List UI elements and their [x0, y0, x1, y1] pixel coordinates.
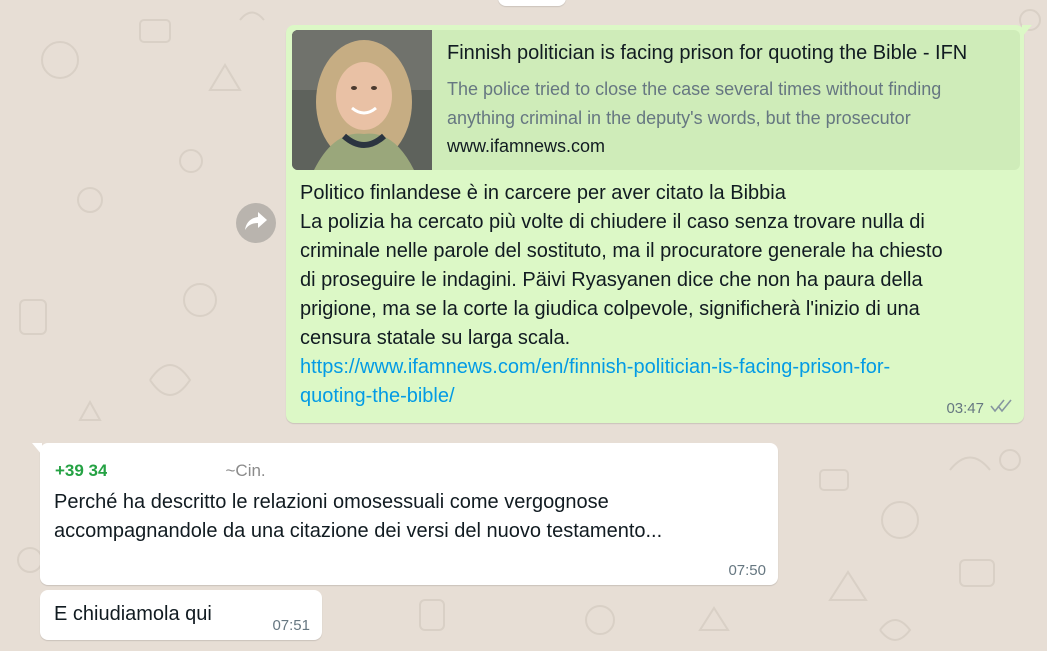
message-time: 07:51 — [272, 617, 310, 634]
link-preview-title: Finnish politician is facing prison for … — [447, 42, 968, 64]
message-line: Politico finlandese è in carcere per ave… — [300, 182, 786, 204]
woman-portrait-thumbnail — [292, 30, 432, 170]
double-check-icon — [990, 399, 1012, 417]
message-time: 07:50 — [728, 562, 766, 579]
sender-phone[interactable]: +39 34 — [55, 461, 107, 481]
sender-header: +39 34 ~Cin. — [55, 461, 288, 481]
message-line: accompagnandole da una citazione dei ver… — [54, 520, 663, 542]
message-time: 03:47 — [946, 399, 984, 417]
outgoing-message-bubble[interactable]: Finnish politician is facing prison for … — [286, 25, 1032, 423]
incoming-message-text: Perché ha descritto le relazioni omosess… — [54, 488, 754, 546]
bubble-tail — [32, 443, 42, 455]
sender-name: ~Cin. — [225, 461, 266, 480]
link-preview-domain: www.ifamnews.com — [447, 136, 606, 156]
link-preview-description: The police tried to close the case sever… — [447, 79, 942, 128]
outgoing-message-text: Politico finlandese è in carcere per ave… — [300, 179, 1010, 411]
outgoing-message-meta: 03:47 — [946, 399, 1012, 417]
redacted-area — [107, 462, 226, 480]
forward-button[interactable] — [236, 203, 276, 243]
incoming-message-text: E chiudiamola qui — [54, 603, 212, 625]
link-preview-card[interactable]: Finnish politician is facing prison for … — [292, 30, 1020, 170]
message-url-link-line-2[interactable]: quoting-the-bible/ — [300, 382, 1010, 411]
incoming-message-bubble[interactable]: E chiudiamola qui 07:51 — [40, 590, 322, 640]
message-line: di proseguire le indagini. Päivi Ryasyan… — [300, 269, 923, 291]
bubble-tail — [1022, 25, 1032, 37]
message-line: criminale nelle parole del sostituto, ma… — [300, 240, 943, 262]
message-url-link-line-1[interactable]: https://www.ifamnews.com/en/finnish-poli… — [300, 353, 1010, 382]
redacted-area — [265, 462, 288, 480]
forward-arrow-icon — [244, 210, 268, 237]
message-line: prigione, ma se la corte la giudica colp… — [300, 298, 920, 320]
message-line: La polizia ha cercato più volte di chiud… — [300, 211, 925, 233]
incoming-message-bubble[interactable]: +39 34 ~Cin. Perché ha descritto le rela… — [32, 443, 778, 585]
date-pill — [498, 0, 566, 6]
message-line: Perché ha descritto le relazioni omosess… — [54, 491, 609, 513]
message-line: censura statale su larga scala. — [300, 327, 571, 349]
